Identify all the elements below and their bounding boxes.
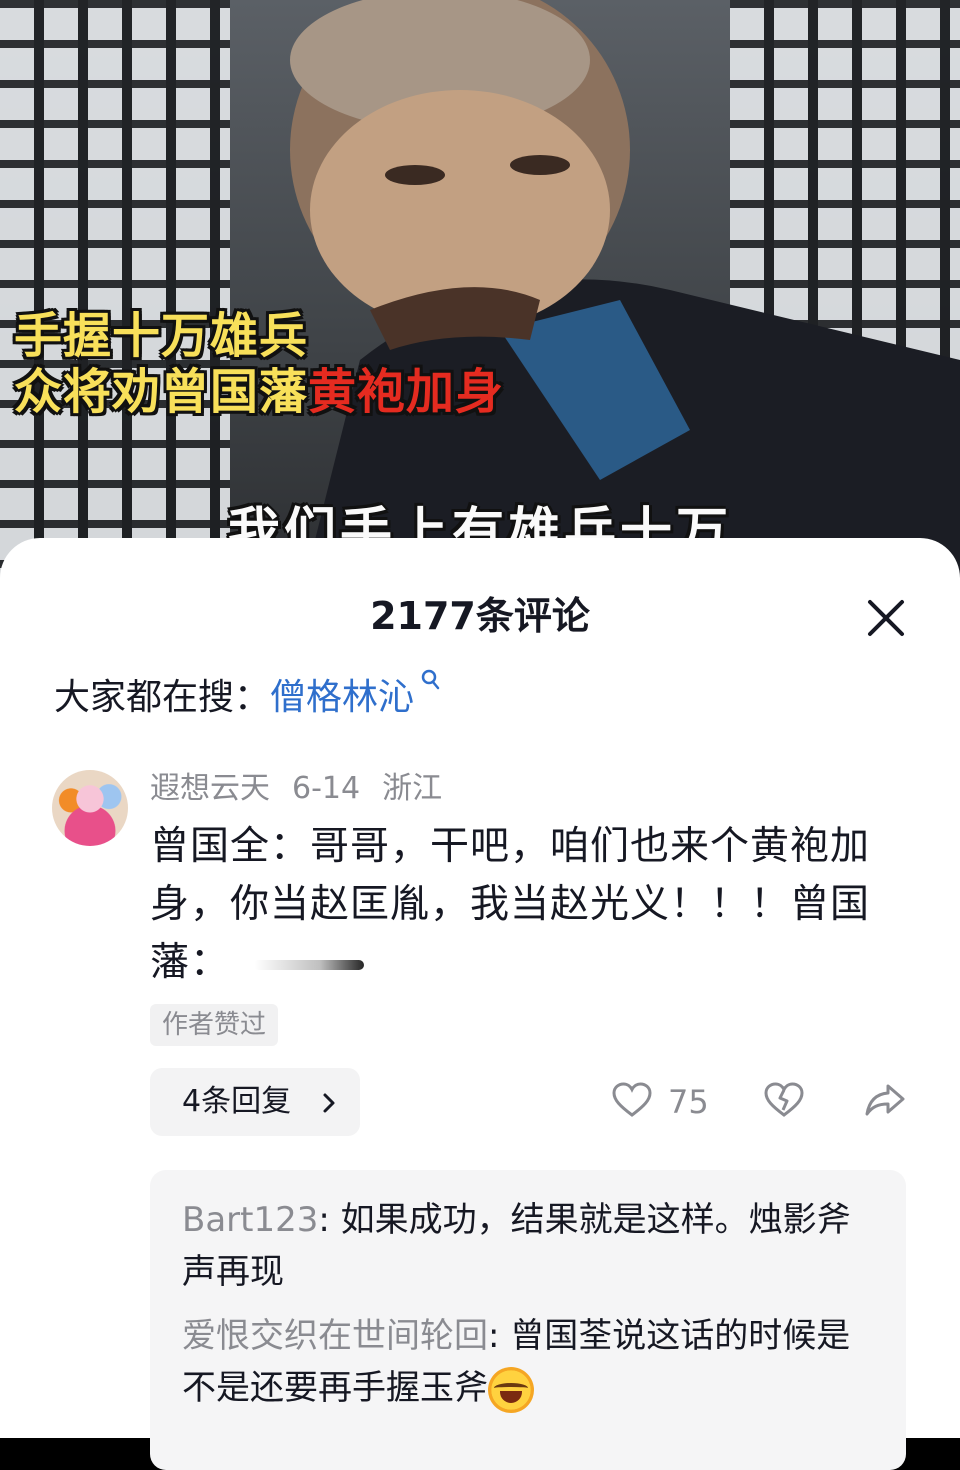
reply-colon: :: [488, 1316, 511, 1356]
caption-line-2: 众将劝曾国藩黄袍加身: [14, 364, 504, 420]
share-arrow-icon[interactable]: [864, 1082, 906, 1118]
view-replies-label: 4条回复: [182, 1084, 292, 1119]
reply-item: Bart123: 如果成功，结果就是这样。烛影斧声再现: [182, 1194, 882, 1298]
reply-username[interactable]: Bart123: [182, 1200, 318, 1240]
trending-search-label: 大家都在搜：: [54, 677, 271, 718]
comment-text: 曾国全：哥哥，干吧，咱们也来个黄袍加身，你当赵匡胤，我当赵光义！！！曾国藩：: [150, 818, 890, 992]
reply-item: 爱恨交织在世间轮回: 曾国荃说这话的时候是不是还要再手握玉斧: [182, 1310, 882, 1414]
video-frame[interactable]: 手握十万雄兵 众将劝曾国藩黄袍加身 我们手上有雄兵十万: [0, 0, 960, 600]
caption-line-2-red: 黄袍加身: [308, 364, 505, 420]
reply-username[interactable]: 爱恨交织在世间轮回: [182, 1316, 488, 1356]
blurred-image-sticker: [254, 959, 365, 970]
video-caption: 手握十万雄兵 众将劝曾国藩黄袍加身: [14, 308, 504, 420]
chevron-right-icon: [323, 1093, 335, 1113]
laughing-tears-emoji-icon: [488, 1366, 534, 1413]
comment-username[interactable]: 遐想云天: [150, 771, 270, 806]
caption-line-2-yellow: 众将劝曾国藩: [14, 364, 309, 420]
trending-search-keyword[interactable]: 僧格林沁: [270, 677, 414, 718]
comment-location: 浙江: [382, 771, 443, 806]
comment-meta: 遐想云天 6-14 浙江: [150, 764, 464, 814]
close-icon[interactable]: [860, 592, 912, 644]
trending-search: 大家都在搜：僧格林沁: [54, 668, 444, 728]
reply-preview-box[interactable]: Bart123: 如果成功，结果就是这样。烛影斧声再现 爱恨交织在世间轮回: 曾…: [150, 1170, 906, 1470]
like-count: 75: [668, 1083, 709, 1121]
broken-heart-icon[interactable]: [764, 1082, 804, 1118]
comments-sheet: 2177条评论 大家都在搜：僧格林沁 遐想云天 6-14 浙江 曾国全：哥哥，干吧，…: [0, 538, 960, 1470]
view-replies-button[interactable]: 4条回复: [150, 1068, 360, 1136]
search-icon: [421, 669, 440, 690]
like-heart-icon[interactable]: [612, 1082, 652, 1118]
author-liked-badge: 作者赞过: [150, 1004, 279, 1046]
avatar[interactable]: [52, 770, 128, 846]
caption-line-1: 手握十万雄兵: [14, 308, 309, 364]
comment-date: 6-14: [292, 771, 361, 806]
reply-colon: :: [318, 1200, 341, 1240]
comments-title: 2177条评论: [370, 594, 590, 638]
